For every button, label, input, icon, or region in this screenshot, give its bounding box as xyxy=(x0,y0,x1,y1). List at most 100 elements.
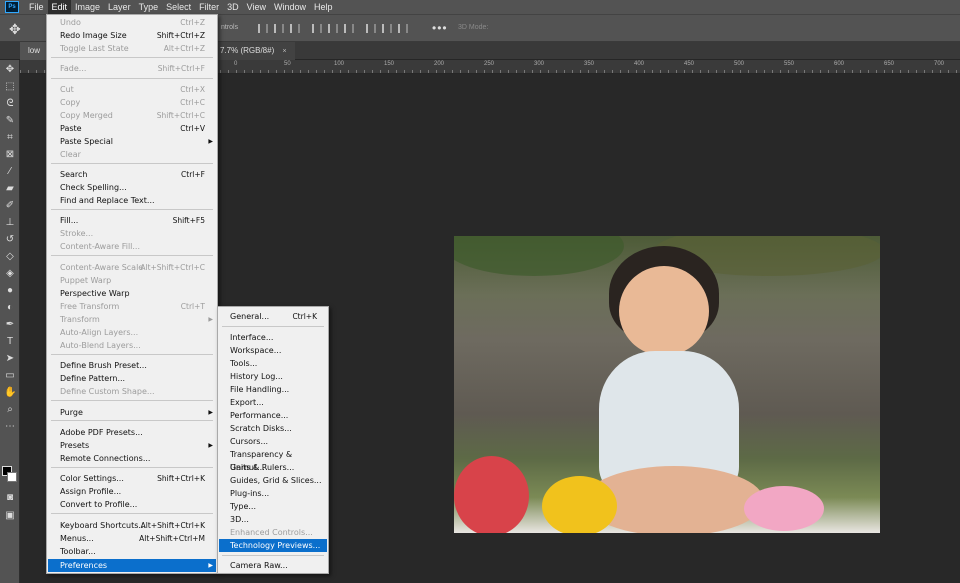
align-bottom-icon[interactable] xyxy=(344,24,354,33)
menu-item-define-brush-preset[interactable]: Define Brush Preset... xyxy=(48,359,216,372)
healing-brush-icon[interactable]: ▰ xyxy=(4,183,16,195)
align-top-icon[interactable] xyxy=(312,24,322,33)
menu-item-shortcut: Ctrl+V xyxy=(180,124,205,133)
type-tool-icon[interactable]: T xyxy=(4,336,16,348)
menu-help[interactable]: Help xyxy=(310,0,337,14)
align-right-icon[interactable] xyxy=(290,24,300,33)
menu-window[interactable]: Window xyxy=(270,0,310,14)
menu-item-technology-previews[interactable]: Technology Previews... xyxy=(219,539,327,552)
frame-icon[interactable]: ⊠ xyxy=(4,149,16,161)
3d-mode-label: 3D Mode: xyxy=(458,24,489,31)
align-middle-icon[interactable] xyxy=(328,24,338,33)
menu-item-remote-connections[interactable]: Remote Connections... xyxy=(48,452,216,465)
menu-item-fill[interactable]: Fill... Shift+F5 xyxy=(48,214,216,227)
menu-file[interactable]: File xyxy=(25,0,48,14)
hand-icon[interactable]: ✋ xyxy=(4,387,16,399)
menu-item-cursors[interactable]: Cursors... xyxy=(219,435,327,448)
lasso-icon[interactable]: ᘓ xyxy=(4,98,16,110)
menu-item-check-spelling[interactable]: Check Spelling... xyxy=(48,181,216,194)
screen-mode-icon[interactable]: ▣ xyxy=(4,510,16,522)
menu-item-purge[interactable]: Purge ▶ xyxy=(48,406,216,419)
menu-item-toolbar[interactable]: Toolbar... xyxy=(48,545,216,558)
eraser-icon[interactable]: ◇ xyxy=(4,251,16,263)
menu-item-find-and-replace-text[interactable]: Find and Replace Text... xyxy=(48,194,216,207)
blur-icon[interactable]: ● xyxy=(4,285,16,297)
menu-item-camera-raw[interactable]: Camera Raw... xyxy=(219,559,327,572)
history-brush-icon[interactable]: ↺ xyxy=(4,234,16,246)
brush-icon[interactable]: ✐ xyxy=(4,200,16,212)
distribute-right-icon[interactable] xyxy=(398,24,408,33)
quick-select-icon[interactable]: ✎ xyxy=(4,115,16,127)
clone-stamp-icon[interactable]: ⊥ xyxy=(4,217,16,229)
menu-item-assign-profile[interactable]: Assign Profile... xyxy=(48,485,216,498)
menu-type[interactable]: Type xyxy=(135,0,163,14)
document-tab-active[interactable]: 7.7% (RGB/8#) × xyxy=(212,42,295,60)
menu-item-interface[interactable]: Interface... xyxy=(219,331,327,344)
document-image[interactable] xyxy=(454,236,880,533)
close-icon[interactable]: × xyxy=(282,48,286,55)
move-tool-icon[interactable]: ✥ xyxy=(9,21,21,38)
menu-item-convert-to-profile[interactable]: Convert to Profile... xyxy=(48,498,216,511)
menu-item-paste[interactable]: Paste Ctrl+V xyxy=(48,122,216,135)
menu-item-shortcut: Alt+Shift+Ctrl+M xyxy=(139,534,205,543)
menu-item-preferences[interactable]: Preferences ▶ xyxy=(48,559,216,572)
menu-layer[interactable]: Layer xyxy=(104,0,135,14)
quick-mask-icon[interactable]: ◙ xyxy=(4,492,16,504)
menu-3d[interactable]: 3D xyxy=(223,0,243,14)
menu-item-history-log[interactable]: History Log... xyxy=(219,370,327,383)
menu-select[interactable]: Select xyxy=(162,0,195,14)
background-color-swatch[interactable] xyxy=(7,472,17,482)
menu-item-label: File Handling... xyxy=(230,385,290,394)
paint-bucket-icon[interactable]: ◈ xyxy=(4,268,16,280)
menu-item-file-handling[interactable]: File Handling... xyxy=(219,383,327,396)
align-left-icon[interactable] xyxy=(258,24,268,33)
menu-item-scratch-disks[interactable]: Scratch Disks... xyxy=(219,422,327,435)
menu-item-search[interactable]: Search Ctrl+F xyxy=(48,168,216,181)
menu-item-plug-ins[interactable]: Plug-ins... xyxy=(219,487,327,500)
menu-item-units-rulers[interactable]: Units & Rulers... xyxy=(219,461,327,474)
menu-item-redo-image-size[interactable]: Redo Image Size Shift+Ctrl+Z xyxy=(48,29,216,42)
more-tools-icon[interactable]: ⋯ xyxy=(4,421,16,433)
more-options-icon[interactable]: ••• xyxy=(432,21,448,35)
menu-item-menus[interactable]: Menus... Alt+Shift+Ctrl+M xyxy=(48,532,216,545)
menu-edit[interactable]: Edit xyxy=(47,0,72,14)
transform-controls-label[interactable]: ntrols xyxy=(221,24,238,31)
menu-item-export[interactable]: Export... xyxy=(219,396,327,409)
menu-item-3d[interactable]: 3D... xyxy=(219,513,327,526)
path-selection-icon[interactable]: ➤ xyxy=(4,353,16,365)
menu-item-workspace[interactable]: Workspace... xyxy=(219,344,327,357)
menu-item-keyboard-shortcuts[interactable]: Keyboard Shortcuts... Alt+Shift+Ctrl+K xyxy=(48,519,216,532)
menu-item-fade: Fade... Shift+Ctrl+F xyxy=(48,62,216,75)
menu-item-color-settings[interactable]: Color Settings... Shift+Ctrl+K xyxy=(48,472,216,485)
menu-item-adobe-pdf-presets[interactable]: Adobe PDF Presets... xyxy=(48,426,216,439)
menu-item-paste-special[interactable]: Paste Special ▶ xyxy=(48,135,216,148)
document-tab[interactable]: low xyxy=(20,42,49,60)
menu-item-presets[interactable]: Presets ▶ xyxy=(48,439,216,452)
menu-view[interactable]: View xyxy=(243,0,270,14)
menu-item-perspective-warp[interactable]: Perspective Warp xyxy=(48,287,216,300)
dodge-icon[interactable]: ◐ xyxy=(4,302,16,314)
menu-item-guides-grid-slices[interactable]: Guides, Grid & Slices... xyxy=(219,474,327,487)
menu-item-transparency-gamut[interactable]: Transparency & Gamut... xyxy=(219,448,327,472)
menu-filter[interactable]: Filter xyxy=(195,0,223,14)
menu-item-general[interactable]: General... Ctrl+K xyxy=(219,310,327,323)
menu-item-tools[interactable]: Tools... xyxy=(219,357,327,370)
menu-bar: Ps File Edit Image Layer Type Select Fil… xyxy=(0,0,960,14)
menu-image[interactable]: Image xyxy=(71,0,104,14)
move-icon[interactable]: ✥ xyxy=(4,64,16,76)
rectangle-icon[interactable]: ▭ xyxy=(4,370,16,382)
menu-item-performance[interactable]: Performance... xyxy=(219,409,327,422)
ruler-label: 400 xyxy=(634,61,645,67)
marquee-icon[interactable]: ⬚ xyxy=(4,81,16,93)
distribute-left-icon[interactable] xyxy=(366,24,376,33)
distribute-center-icon[interactable] xyxy=(382,24,392,33)
crop-icon[interactable]: ⌗ xyxy=(4,132,16,144)
document-tab-title: 7.7% (RGB/8#) xyxy=(220,46,275,55)
align-center-icon[interactable] xyxy=(274,24,284,33)
ruler-label: 550 xyxy=(784,61,795,67)
pen-icon[interactable]: ✒ xyxy=(4,319,16,331)
menu-item-type[interactable]: Type... xyxy=(219,500,327,513)
menu-item-define-pattern[interactable]: Define Pattern... xyxy=(48,372,216,385)
zoom-icon[interactable]: ⌕ xyxy=(4,404,16,416)
eyedropper-icon[interactable]: ⁄ xyxy=(4,166,16,178)
